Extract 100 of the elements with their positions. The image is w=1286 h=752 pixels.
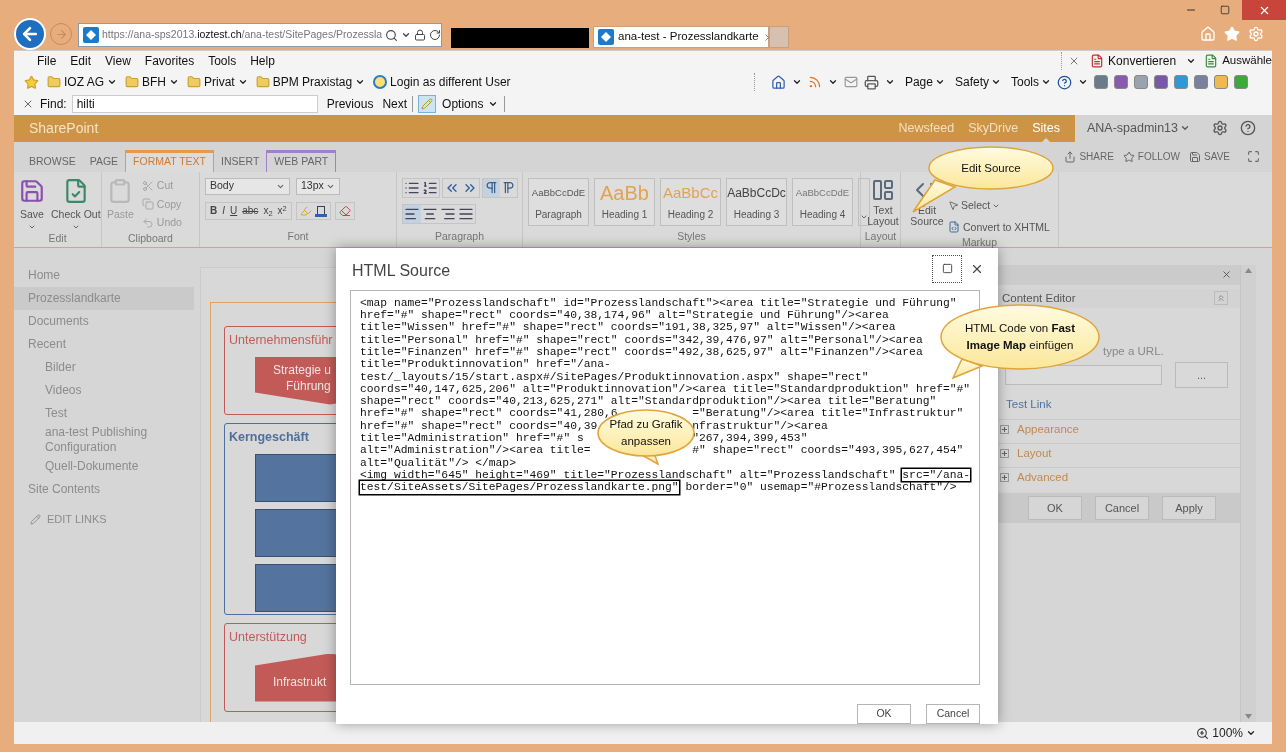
page-action[interactable]: SAVE bbox=[1189, 149, 1230, 165]
previous-button[interactable]: Previous bbox=[326, 95, 374, 113]
format-button[interactable]: abc bbox=[240, 203, 261, 219]
favorites-folder[interactable]: Privat bbox=[187, 73, 248, 91]
menu-item[interactable]: Edit bbox=[63, 52, 99, 70]
pdf-icon[interactable] bbox=[1090, 54, 1105, 68]
addon-icon[interactable] bbox=[1134, 75, 1148, 89]
search-icon[interactable] bbox=[385, 28, 399, 42]
url-field[interactable] bbox=[1005, 364, 1162, 385]
address-bar[interactable]: https://ana-sps2013.ioztest.ch/ana-test/SitePages/Prozessla bbox=[78, 23, 442, 47]
help-icon[interactable] bbox=[1240, 120, 1256, 137]
command-menu[interactable]: Tools bbox=[1011, 73, 1051, 91]
refresh-icon[interactable] bbox=[429, 29, 442, 41]
numbered-list-icon[interactable] bbox=[422, 179, 438, 196]
code-text: <map name="Prozesslandschaft" id="Prozesslandschaft"><area title="Strategie und Führung" bbox=[360, 296, 957, 310]
favorites-link[interactable]: Login as different User bbox=[373, 73, 511, 91]
text-direction-button[interactable] bbox=[483, 178, 500, 197]
style-tile[interactable]: AaBbCc Heading 2 bbox=[660, 177, 721, 226]
menu-item[interactable]: File bbox=[30, 52, 64, 70]
maximize-button[interactable] bbox=[932, 254, 962, 283]
favorites-folder[interactable]: BFH bbox=[125, 73, 179, 91]
command-menu[interactable]: Page bbox=[904, 73, 945, 91]
menu-item[interactable]: Favorites bbox=[137, 52, 202, 70]
star-icon[interactable] bbox=[1224, 26, 1240, 42]
highlight-toggle[interactable] bbox=[418, 95, 437, 113]
tool-pane-button[interactable]: Cancel bbox=[1095, 495, 1149, 520]
home-icon[interactable] bbox=[770, 74, 786, 90]
menu-item[interactable]: Help bbox=[243, 52, 282, 70]
addon-icon[interactable] bbox=[1194, 75, 1208, 89]
format-button[interactable]: U bbox=[228, 203, 240, 219]
check-out-button[interactable]: Check Out bbox=[51, 177, 101, 231]
caret-icon[interactable] bbox=[884, 77, 895, 87]
browser-tab[interactable]: ana-test - Prozesslandkarte bbox=[593, 26, 769, 48]
scrollbar[interactable] bbox=[1240, 264, 1256, 723]
addon-icon[interactable] bbox=[1234, 75, 1248, 89]
addon-icon[interactable] bbox=[1174, 75, 1188, 89]
style-tile[interactable]: AaBbCcDc Heading 3 bbox=[726, 177, 787, 226]
favorites-icon[interactable] bbox=[24, 74, 39, 90]
font-dropdown[interactable]: Body bbox=[205, 177, 290, 195]
align-button[interactable] bbox=[403, 204, 421, 223]
find-field[interactable]: hilti bbox=[71, 95, 318, 113]
test-link[interactable]: Test Link bbox=[1006, 397, 1052, 410]
addon-icon[interactable] bbox=[1214, 75, 1228, 89]
format-button[interactable]: x$^{2}$ bbox=[275, 203, 289, 219]
clear-format-icon[interactable] bbox=[338, 204, 351, 217]
page-action[interactable]: FOLLOW bbox=[1122, 149, 1181, 165]
printer-icon[interactable] bbox=[863, 74, 879, 90]
menu-item[interactable]: Tools bbox=[201, 52, 244, 70]
size-dropdown[interactable]: 13px bbox=[296, 177, 340, 195]
fullscreen-icon[interactable] bbox=[1247, 150, 1260, 164]
scroll-down-icon[interactable] bbox=[1245, 714, 1252, 720]
caret-icon[interactable] bbox=[1186, 56, 1197, 66]
next-button[interactable]: Next bbox=[382, 95, 408, 113]
addon-icon[interactable] bbox=[1154, 75, 1168, 89]
ribbon-tab[interactable]: BROWSE bbox=[22, 149, 83, 172]
mail-icon[interactable] bbox=[843, 75, 858, 89]
command-menu[interactable]: Safety bbox=[954, 73, 1001, 91]
select-button[interactable]: Select bbox=[948, 197, 1050, 214]
url-text: https://ana-sps2013.ioztest.ch/ana-test/SitePages/Prozessla bbox=[102, 27, 383, 43]
zoom-button[interactable]: 100% bbox=[1196, 724, 1256, 743]
caret-icon[interactable] bbox=[827, 77, 838, 87]
style-tile[interactable]: AaBb Heading 1 bbox=[594, 177, 655, 226]
settings-icon[interactable] bbox=[1212, 120, 1228, 137]
back-button[interactable] bbox=[14, 18, 46, 50]
document-icon[interactable] bbox=[1204, 54, 1219, 68]
addon-icon[interactable] bbox=[1094, 75, 1108, 89]
style-tile[interactable]: AaBbCcDdE Paragraph bbox=[528, 177, 589, 226]
format-button[interactable]: x$_{2}$ bbox=[261, 203, 275, 219]
favorites-folder[interactable]: BPM Praxistag bbox=[255, 73, 366, 91]
tool-pane-button[interactable]: Apply bbox=[1162, 495, 1216, 520]
caret-icon[interactable] bbox=[791, 77, 802, 87]
page-action[interactable]: SHARE bbox=[1064, 149, 1114, 165]
convert-button[interactable]: Convert to XHTML bbox=[948, 219, 1050, 236]
scroll-up-icon[interactable] bbox=[1245, 267, 1252, 273]
browse-button[interactable]: ... bbox=[1175, 361, 1228, 388]
style-tile[interactable]: AaBbCcDdE Heading 4 bbox=[792, 177, 853, 226]
code-text: href="#" shape="rect" coords="40,38,174,96" alt="Strategie und Führung"/><area bbox=[360, 309, 889, 322]
options-button[interactable]: Options bbox=[442, 95, 499, 113]
caret-icon[interactable] bbox=[401, 30, 412, 40]
text-layout-button[interactable]: Text Layout bbox=[866, 177, 900, 227]
rss-icon[interactable] bbox=[807, 75, 822, 89]
tool-pane-button[interactable]: OK bbox=[1028, 495, 1082, 520]
addon-button[interactable]: Auswähle bbox=[1222, 52, 1272, 70]
caret-icon[interactable] bbox=[1078, 77, 1088, 87]
format-button[interactable]: B bbox=[208, 203, 220, 219]
help-icon[interactable] bbox=[1057, 74, 1072, 90]
group-label: Edit bbox=[47, 230, 68, 246]
callout-text: Pfad zu Grafik anpassen bbox=[608, 418, 684, 449]
dialog-button[interactable]: OK bbox=[857, 703, 911, 724]
ribbon-tab[interactable]: INSERT bbox=[214, 149, 267, 172]
styles-scroll-button[interactable] bbox=[858, 177, 870, 226]
dialog-button[interactable]: Cancel bbox=[926, 703, 980, 724]
addon-button[interactable]: Konvertieren bbox=[1108, 52, 1177, 70]
menu-item[interactable]: View bbox=[98, 52, 138, 70]
save-button[interactable]: Save bbox=[19, 177, 45, 231]
favorites-folder[interactable]: IOZ AG bbox=[47, 73, 117, 91]
font-color-icon[interactable] bbox=[314, 204, 327, 218]
addon-icon[interactable] bbox=[1114, 75, 1128, 89]
format-button[interactable]: I bbox=[220, 203, 227, 219]
ribbon-tab[interactable]: PAGE bbox=[82, 149, 126, 172]
